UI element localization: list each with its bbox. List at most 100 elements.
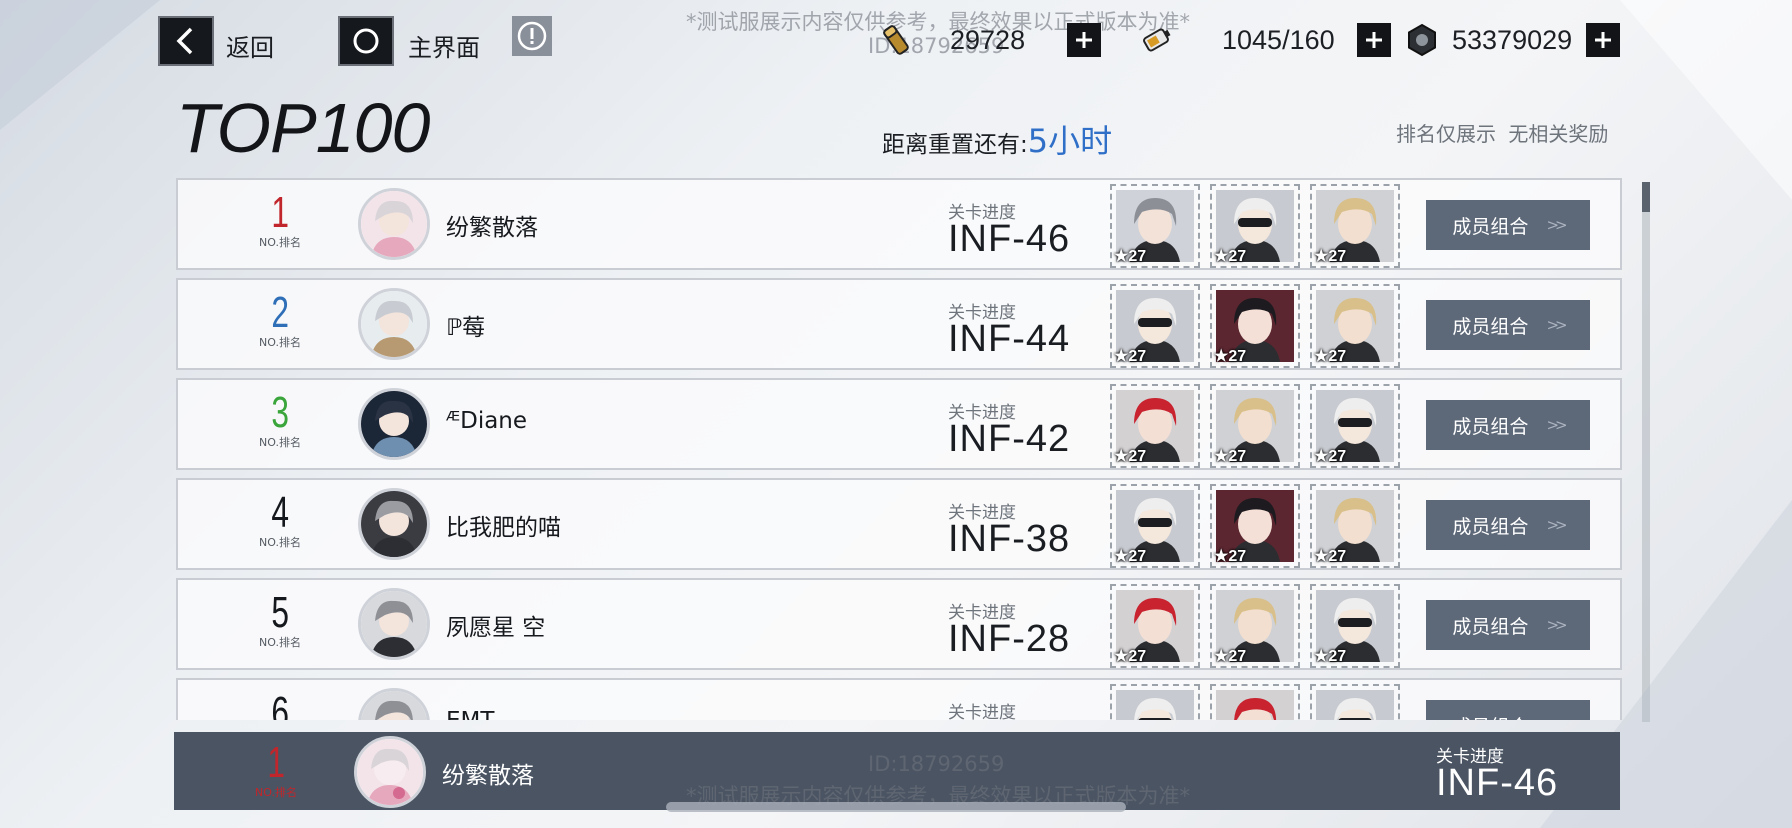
double-chevron-right-icon: >> bbox=[1546, 316, 1567, 334]
team-composition-button[interactable]: 成员组合 >> bbox=[1426, 500, 1590, 550]
character-portrait bbox=[1316, 690, 1394, 720]
team-button-label: 成员组合 bbox=[1452, 515, 1529, 538]
background-shard bbox=[0, 0, 160, 130]
add-battery-button[interactable] bbox=[1356, 23, 1391, 57]
team-member-card[interactable] bbox=[1110, 684, 1200, 720]
player-avatar[interactable] bbox=[358, 488, 430, 560]
double-chevron-right-icon: >> bbox=[1546, 516, 1567, 534]
double-chevron-right-icon: >> bbox=[1546, 416, 1567, 434]
avatar-portrait bbox=[361, 191, 427, 257]
character-level: ★27 bbox=[1214, 548, 1247, 565]
reset-value: 5小时 bbox=[1027, 122, 1113, 160]
my-progress-value: INF-46 bbox=[1436, 762, 1559, 804]
team-member-card[interactable]: ★27 bbox=[1210, 284, 1300, 368]
team-composition-button[interactable]: 成员组合 >> bbox=[1426, 200, 1590, 250]
team-member-card[interactable]: ★27 bbox=[1210, 184, 1300, 268]
rank-number: 2 bbox=[271, 288, 289, 337]
avatar-portrait bbox=[361, 691, 427, 720]
background-shard bbox=[1620, 0, 1792, 200]
resource-ammo: 29728 bbox=[878, 20, 1102, 60]
team-button-label: 成员组合 bbox=[1452, 215, 1529, 238]
home-indicator[interactable] bbox=[666, 802, 1126, 812]
rank-number: 5 bbox=[271, 588, 289, 637]
my-player-name: 纷繁散落 bbox=[442, 763, 534, 789]
plus-icon bbox=[1595, 32, 1612, 48]
progress-value: INF-42 bbox=[948, 418, 1071, 460]
my-rank-number: 1 bbox=[267, 738, 285, 787]
list-scrollbar[interactable] bbox=[1642, 182, 1650, 722]
team-composition-button[interactable]: 成员组合 >> bbox=[1426, 400, 1590, 450]
character-portrait bbox=[1116, 690, 1194, 720]
info-button[interactable] bbox=[512, 16, 552, 56]
watermark-id: ID:18792659 bbox=[868, 752, 1005, 776]
back-button[interactable] bbox=[158, 16, 214, 66]
team-member-card[interactable]: ★27 bbox=[1210, 584, 1300, 668]
my-avatar[interactable] bbox=[354, 736, 426, 808]
back-label[interactable]: 返回 bbox=[226, 28, 274, 63]
team-composition-button[interactable]: 成员组合 >> bbox=[1426, 300, 1590, 350]
team-member-card[interactable] bbox=[1310, 684, 1400, 720]
team-member-card[interactable]: ★27 bbox=[1110, 484, 1200, 568]
chevron-left-icon bbox=[176, 27, 193, 55]
team-member-card[interactable] bbox=[1210, 684, 1300, 720]
rank: 4 NO.排名 bbox=[230, 490, 330, 550]
team-button-label: 成员组合 bbox=[1452, 615, 1529, 638]
home-button[interactable] bbox=[338, 16, 394, 66]
my-rank: 1 NO.排名 bbox=[226, 740, 326, 800]
scrollbar-thumb[interactable] bbox=[1642, 182, 1650, 212]
team-member-card[interactable]: ★27 bbox=[1310, 384, 1400, 468]
ranking-row: 4 NO.排名 比我肥的喵 关卡进度 INF-38 ★27 ★27 ★27 成员组合 >> bbox=[176, 478, 1622, 570]
avatar-portrait bbox=[361, 591, 427, 657]
ranking-row: 3 NO.排名 ᴭDiane 关卡进度 INF-42 ★27 ★27 ★27 成员组合 >> bbox=[176, 378, 1622, 470]
progress-value: INF-46 bbox=[948, 218, 1071, 260]
team-composition-button[interactable]: 成员组合 >> bbox=[1426, 600, 1590, 650]
character-portrait bbox=[1216, 690, 1294, 720]
team-member-card[interactable]: ★27 bbox=[1310, 284, 1400, 368]
team-member-card[interactable]: ★27 bbox=[1210, 384, 1300, 468]
team-member-card[interactable]: ★27 bbox=[1110, 184, 1200, 268]
character-level: ★27 bbox=[1214, 248, 1247, 265]
character-portrait bbox=[1316, 690, 1394, 720]
exclamation-icon bbox=[517, 21, 547, 51]
double-chevron-right-icon: >> bbox=[1546, 616, 1567, 634]
rank-number: 4 bbox=[271, 488, 289, 537]
team-member-card[interactable]: ★27 bbox=[1110, 284, 1200, 368]
home-label[interactable]: 主界面 bbox=[408, 28, 480, 63]
team-member-card[interactable]: ★27 bbox=[1210, 484, 1300, 568]
rank: 3 NO.排名 bbox=[230, 390, 330, 450]
avatar-portrait bbox=[361, 491, 427, 557]
team-member-card[interactable]: ★27 bbox=[1310, 184, 1400, 268]
rank: 5 NO.排名 bbox=[230, 590, 330, 650]
progress-value: INF-38 bbox=[948, 518, 1071, 560]
progress-label: 关卡进度 bbox=[948, 703, 1016, 720]
character-portrait bbox=[1116, 690, 1194, 720]
team-member-card[interactable]: ★27 bbox=[1310, 584, 1400, 668]
team-member-card[interactable]: ★27 bbox=[1110, 584, 1200, 668]
player-name: 夙愿星 空 bbox=[446, 615, 546, 641]
player-name: EMT bbox=[446, 708, 494, 720]
player-avatar[interactable] bbox=[358, 588, 430, 660]
resource-parts-value: 53379029 bbox=[1452, 24, 1573, 55]
player-avatar[interactable] bbox=[358, 188, 430, 260]
player-avatar[interactable] bbox=[358, 688, 430, 720]
player-avatar[interactable] bbox=[358, 288, 430, 360]
character-level: ★27 bbox=[1314, 248, 1347, 265]
player-avatar[interactable] bbox=[358, 388, 430, 460]
character-level: ★27 bbox=[1114, 448, 1147, 465]
plus-icon bbox=[1076, 32, 1093, 48]
resource-battery-value: 1045/160 bbox=[1222, 24, 1335, 55]
character-level: ★27 bbox=[1314, 348, 1347, 365]
leaderboard-list[interactable]: 1 NO.排名 纷繁散落 关卡进度 INF-46 ★27 ★27 ★27 成员组合 >> 2 NO.排… bbox=[176, 178, 1624, 720]
progress-value: INF-28 bbox=[948, 618, 1071, 660]
team-member-card[interactable]: ★27 bbox=[1310, 484, 1400, 568]
team-button-label: 成员组合 bbox=[1452, 315, 1529, 338]
character-level: ★27 bbox=[1114, 548, 1147, 565]
team-member-card[interactable]: ★27 bbox=[1110, 384, 1200, 468]
add-parts-button[interactable] bbox=[1586, 23, 1621, 57]
add-ammo-button[interactable] bbox=[1067, 23, 1102, 57]
circle-icon bbox=[353, 28, 379, 54]
rank-number: 3 bbox=[271, 388, 289, 437]
avatar-portrait bbox=[361, 291, 427, 357]
team-composition-button[interactable]: 成员组合 >> bbox=[1426, 700, 1590, 720]
resource-battery: 1045/160 bbox=[1138, 20, 1391, 60]
